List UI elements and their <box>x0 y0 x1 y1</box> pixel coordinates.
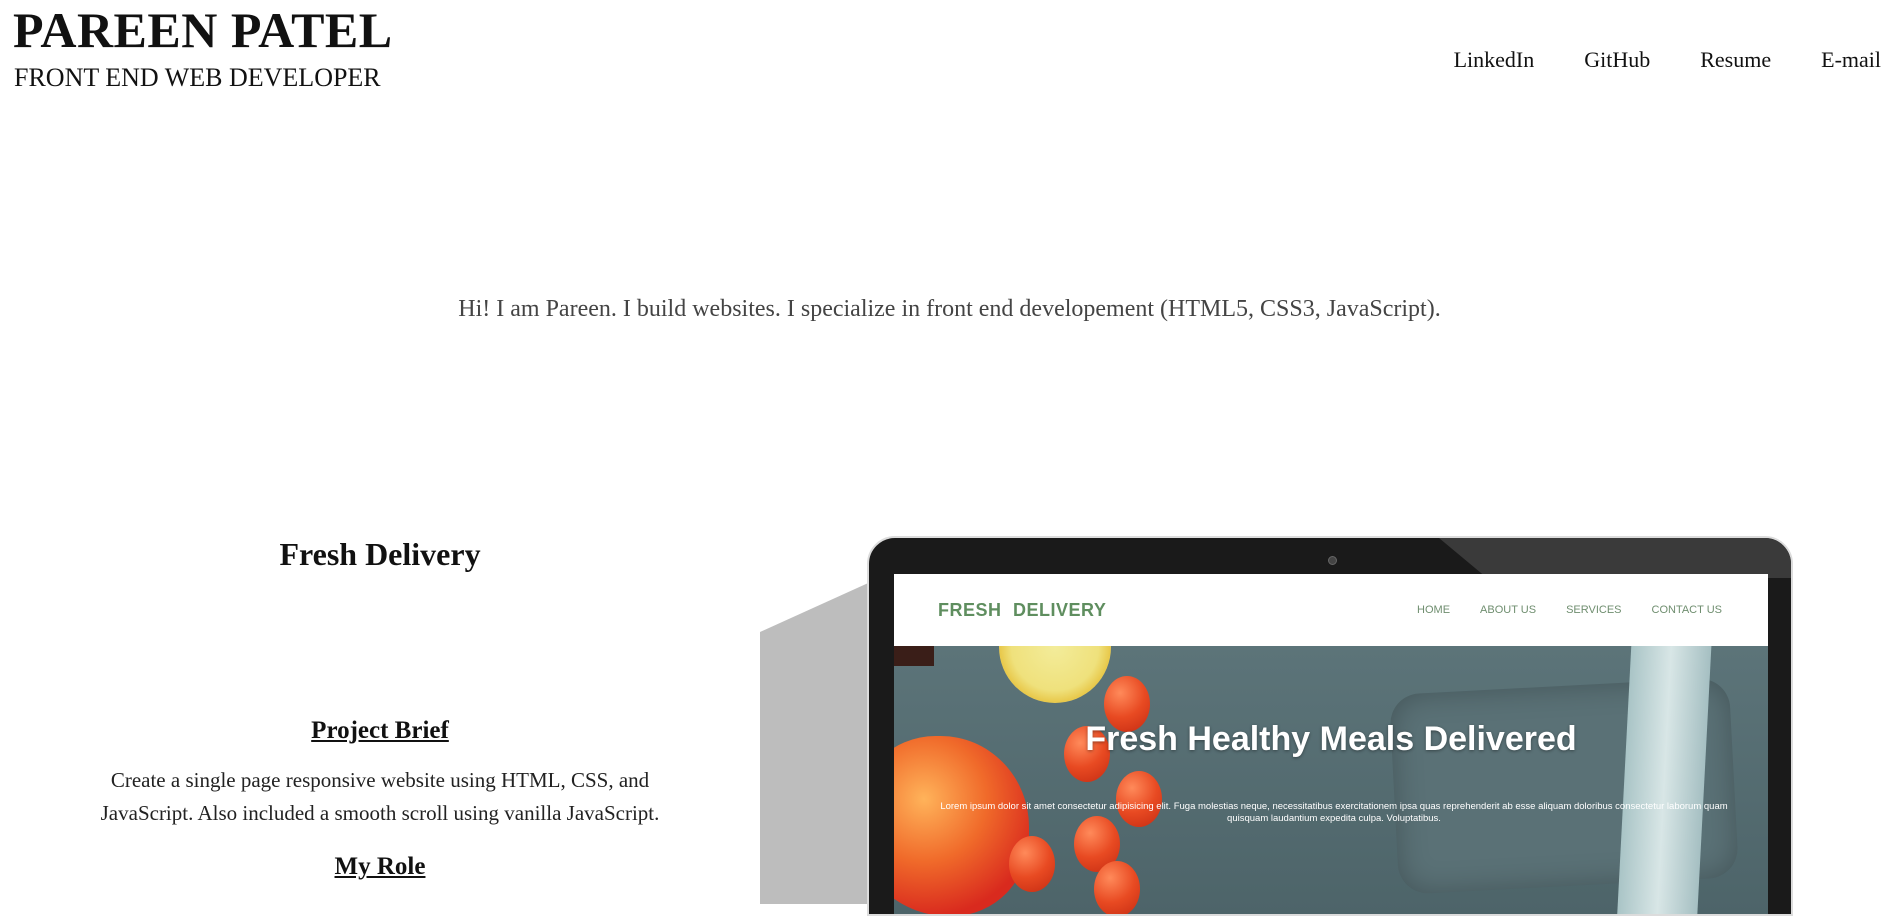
intro-text: Hi! I am Pareen. I build websites. I spe… <box>458 296 1441 322</box>
mockup-hero-title: Fresh Healthy Meals Delivered <box>1085 720 1577 758</box>
project-mockup-image[interactable]: FRESH DELIVERY HOME ABOUT US SERVICES CO… <box>760 536 1793 916</box>
food-image <box>894 646 934 666</box>
laptop-screen: FRESH DELIVERY HOME ABOUT US SERVICES CO… <box>894 574 1768 914</box>
project-brief-text: Create a single page responsive website … <box>100 768 660 825</box>
bezel-reflection <box>1439 538 1791 578</box>
project-brief-heading: Project Brief <box>311 717 449 744</box>
tomato-image <box>1009 836 1055 892</box>
camera-icon <box>1328 556 1337 565</box>
nav-link-github[interactable]: GitHub <box>1584 47 1650 73</box>
nav-link-linkedin[interactable]: LinkedIn <box>1454 47 1535 73</box>
mockup-link-home: HOME <box>1417 604 1451 616</box>
lemon-image <box>999 646 1111 703</box>
apple-image <box>894 736 1029 914</box>
mockup-nav-links: HOME ABOUT US SERVICES CONTACT US <box>1417 604 1722 616</box>
mockup-link-contact: CONTACT US <box>1651 604 1723 616</box>
cloth-image <box>1616 646 1712 914</box>
nav-link-resume[interactable]: Resume <box>1700 47 1771 73</box>
mockup-navbar: FRESH DELIVERY HOME ABOUT US SERVICES CO… <box>894 574 1768 646</box>
my-role-heading: My Role <box>334 853 426 880</box>
top-nav: LinkedIn GitHub Resume E-mail <box>1454 47 1881 73</box>
mockup-link-services: SERVICES <box>1566 604 1622 616</box>
site-owner-title: FRONT END WEB DEVELOPER <box>14 63 381 92</box>
tomato-image <box>1094 861 1140 914</box>
mockup-logo: FRESH DELIVERY <box>938 599 1107 620</box>
mockup-hero-text: Lorem ipsum dolor sit amet consectetur a… <box>940 801 1728 824</box>
mockup-link-about: ABOUT US <box>1480 604 1537 616</box>
nav-link-email[interactable]: E-mail <box>1821 47 1881 73</box>
project-title: Fresh Delivery <box>279 536 481 572</box>
site-owner-name: PAREEN PATEL <box>13 2 393 58</box>
laptop-bezel: FRESH DELIVERY HOME ABOUT US SERVICES CO… <box>867 536 1793 916</box>
mockup-hero: Fresh Healthy Meals Delivered Lorem ipsu… <box>894 646 1768 914</box>
